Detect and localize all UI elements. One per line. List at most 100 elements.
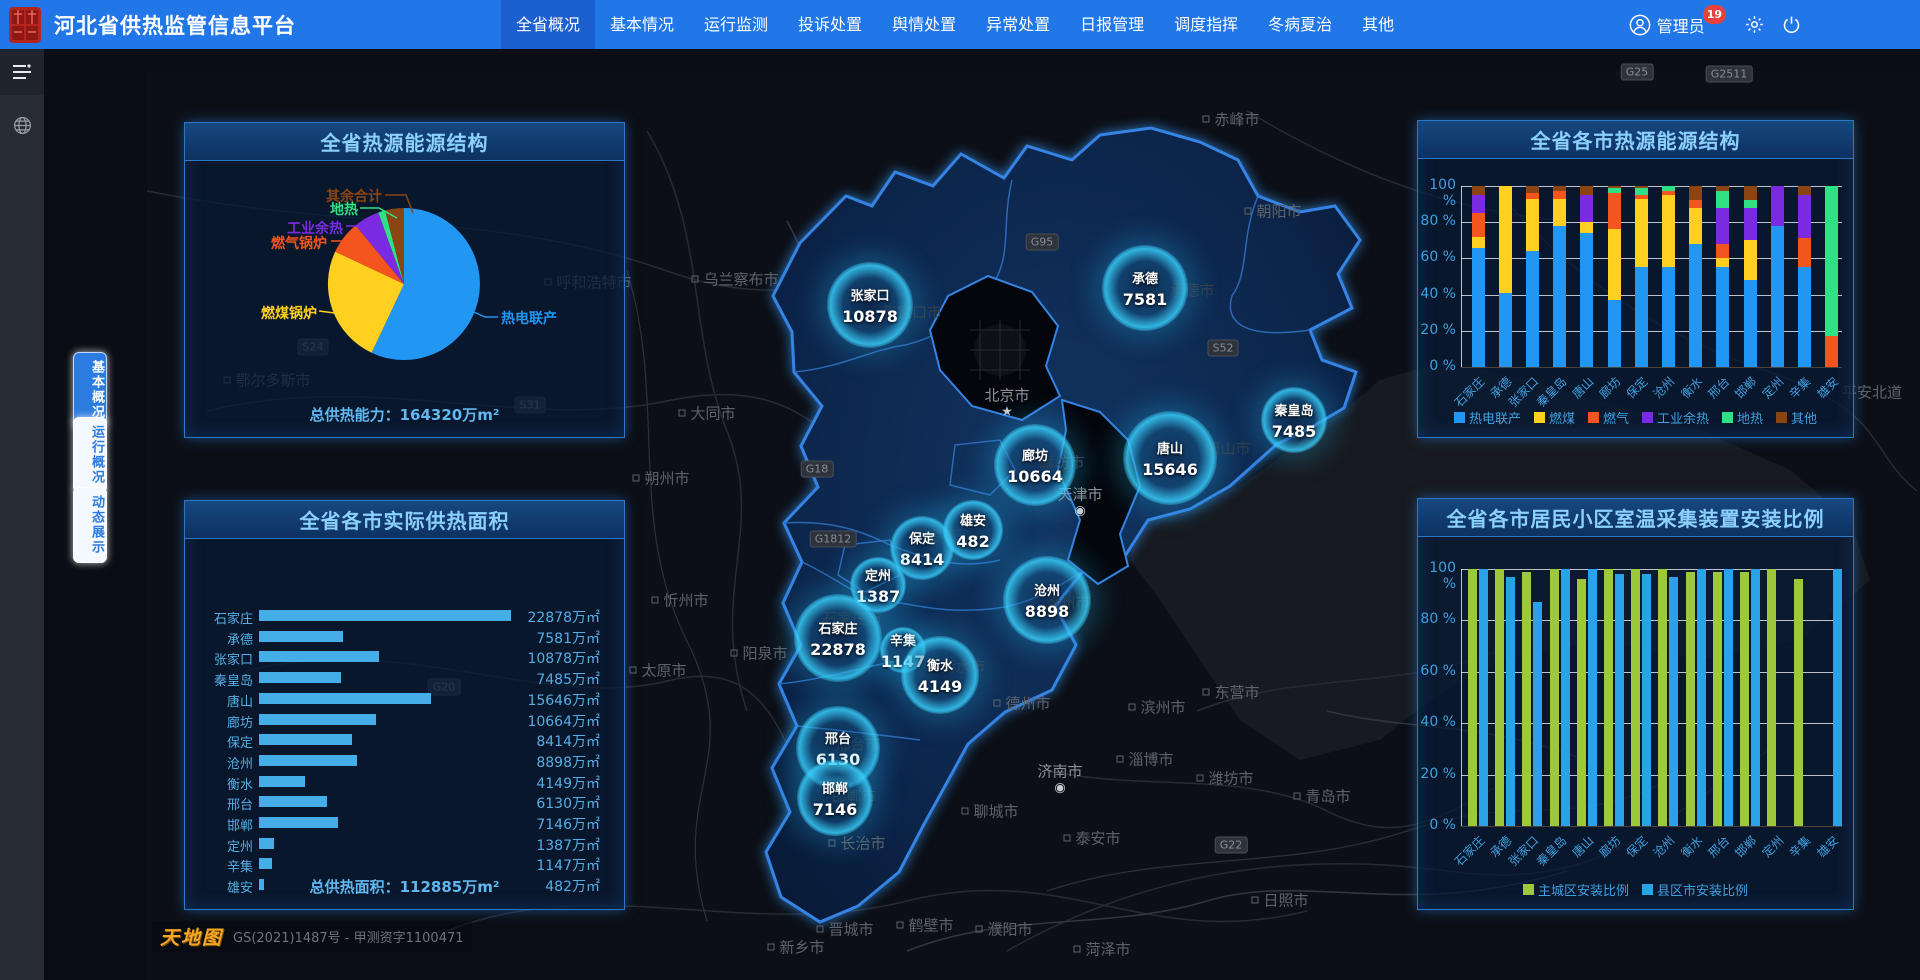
panel-energy-structure-pie: 全省热源能源结构 总供热能力：164320万m² 热电联产燃煤锅炉燃气锅炉工业余…	[184, 122, 625, 438]
hbar-value: 1387万㎡	[536, 835, 600, 855]
nav-item-3[interactable]: 运行监测	[689, 0, 783, 49]
stack-segment-地热	[1635, 188, 1648, 195]
map-city-bubble[interactable]: 唐山15646	[1123, 411, 1217, 505]
road-shield-badge: G25	[1621, 64, 1654, 81]
panel-title: 全省各市居民小区室温采集装置安装比例	[1418, 499, 1853, 537]
group-bar-县区市安装比例	[1561, 569, 1570, 826]
hbar-value: 8414万㎡	[536, 731, 600, 751]
side-button-operation-overview[interactable]: 运行概况	[73, 417, 107, 493]
nav-item-1[interactable]: 全省概况	[501, 0, 595, 49]
tianditu-logo: 天地图	[160, 923, 223, 950]
stack-segment-热电联产	[1744, 280, 1757, 367]
square-marker-icon	[961, 808, 968, 815]
road-shield-badge: G22	[1215, 837, 1248, 854]
bubble-city-value: 8414	[900, 550, 945, 569]
map-city-bubble[interactable]: 承德7581	[1102, 245, 1188, 331]
map-place-label: 鹤壁市	[896, 915, 953, 936]
hbar-city-label: 石家庄	[195, 608, 253, 627]
group-bar-县区市安装比例	[1533, 602, 1542, 826]
hbar-row: 张家口10878万㎡	[195, 648, 614, 665]
globe-icon[interactable]	[0, 105, 44, 145]
user-label: 管理员	[1657, 13, 1705, 37]
nav-item-2[interactable]: 基本情况	[595, 0, 689, 49]
map-place-label: 赤峰市	[1202, 109, 1259, 130]
bubble-city-value: 482	[956, 532, 989, 551]
nav-item-9[interactable]: 冬病夏治	[1253, 0, 1347, 49]
y-axis-tick-label: 20 %	[1418, 322, 1456, 338]
stack-segment-燃气	[1635, 195, 1648, 199]
gridline	[1461, 295, 1842, 296]
square-marker-icon	[1293, 793, 1300, 800]
hbar-bar	[259, 714, 376, 725]
map-place-label: 东营市	[1202, 682, 1259, 703]
stack-segment-燃煤	[1553, 199, 1566, 226]
pie-chart: 总供热能力：164320万m² 热电联产燃煤锅炉燃气锅炉工业余热地热其余合计	[185, 161, 624, 437]
nav-item-5[interactable]: 舆情处置	[877, 0, 971, 49]
bubble-city-name: 承德	[1132, 268, 1158, 287]
gridline	[1461, 672, 1842, 673]
settings-gear-icon[interactable]	[1744, 14, 1765, 35]
nav-item-7[interactable]: 日报管理	[1065, 0, 1159, 49]
pie-footer-total: 总供热能力：164320万m²	[185, 404, 624, 425]
hbar-city-label: 秦皇岛	[195, 670, 253, 689]
group-bar-主城区安装比例	[1577, 579, 1586, 826]
stack-segment-其他	[1472, 186, 1485, 195]
square-marker-icon	[678, 410, 685, 417]
user-menu[interactable]: 管理员 19	[1629, 13, 1728, 37]
map-place-label: 朝阳市	[1244, 201, 1301, 222]
power-icon[interactable]	[1781, 14, 1802, 35]
stack-segment-燃煤	[1580, 222, 1593, 233]
grouped-chart-legend: 主城区安装比例县区市安装比例	[1418, 880, 1853, 899]
hbar-value: 482万㎡	[545, 876, 600, 896]
hbar-bar	[259, 610, 511, 621]
side-button-dynamic-display[interactable]: 动态展示	[73, 487, 107, 563]
hbar-row: 承德7581万㎡	[195, 628, 614, 645]
stack-segment-燃气	[1472, 213, 1485, 237]
group-bar-主城区安装比例	[1713, 572, 1722, 826]
nav-item-4[interactable]: 投诉处置	[783, 0, 877, 49]
stack-segment-地热	[1744, 200, 1757, 207]
gridline	[1461, 620, 1842, 621]
map-place-label: 菏泽市	[1073, 939, 1130, 960]
hbar-row: 沧州8898万㎡	[195, 752, 614, 769]
hamburger-menu-icon[interactable]	[0, 49, 44, 95]
stack-segment-地热	[1662, 186, 1675, 191]
map-city-bubble[interactable]: 沧州8898	[1003, 556, 1091, 644]
map-city-bubble[interactable]: 秦皇岛7485	[1261, 387, 1327, 453]
hbar-bar	[259, 796, 327, 807]
group-bar-主城区安装比例	[1604, 569, 1613, 826]
city-dot-icon: ◉	[1054, 784, 1065, 794]
map-city-bubble[interactable]: 张家口10878	[827, 262, 913, 348]
map-city-bubble[interactable]: 廊坊10664	[994, 424, 1076, 506]
bubble-city-name: 辛集	[890, 630, 916, 649]
hbar-value: 10878万㎡	[527, 648, 600, 668]
y-axis-tick-label: 40 %	[1418, 714, 1456, 730]
stack-segment-燃煤	[1472, 237, 1485, 248]
panel-sensor-install-ratio: 全省各市居民小区室温采集装置安装比例 主城区安装比例县区市安装比例 0 %20 …	[1417, 498, 1854, 910]
hbar-city-label: 唐山	[195, 691, 253, 710]
gridline	[1461, 331, 1842, 332]
bubble-city-name: 张家口	[850, 285, 889, 304]
group-bar-县区市安装比例	[1833, 569, 1842, 826]
map-city-bubble[interactable]: 衡水4149	[901, 636, 979, 714]
square-marker-icon	[691, 276, 698, 283]
hbar-city-label: 雄安	[195, 877, 253, 896]
nav-item-8[interactable]: 调度指挥	[1159, 0, 1253, 49]
map-place-label: 日照市	[1251, 890, 1308, 911]
map-place-label: 滨州市	[1128, 697, 1185, 718]
notification-badge[interactable]: 19	[1703, 5, 1726, 24]
y-axis-tick-label: 80 %	[1418, 213, 1456, 229]
bubble-city-value: 10664	[1007, 467, 1063, 486]
map-place-label: 青岛市	[1293, 786, 1350, 807]
square-marker-icon	[1196, 775, 1203, 782]
group-bar-县区市安装比例	[1642, 574, 1651, 826]
nav-item-6[interactable]: 异常处置	[971, 0, 1065, 49]
city-dot-icon: ◉	[1074, 507, 1085, 517]
map-city-bubble[interactable]: 石家庄22878	[794, 594, 882, 682]
bubble-city-value: 15646	[1142, 460, 1198, 479]
stack-segment-其他	[1716, 186, 1729, 191]
map-city-bubble[interactable]: 雄安482	[943, 500, 1003, 560]
map-city-bubble[interactable]: 邯郸7146	[797, 760, 873, 836]
nav-item-10[interactable]: 其他	[1347, 0, 1409, 49]
bubble-city-name: 定州	[865, 565, 891, 584]
